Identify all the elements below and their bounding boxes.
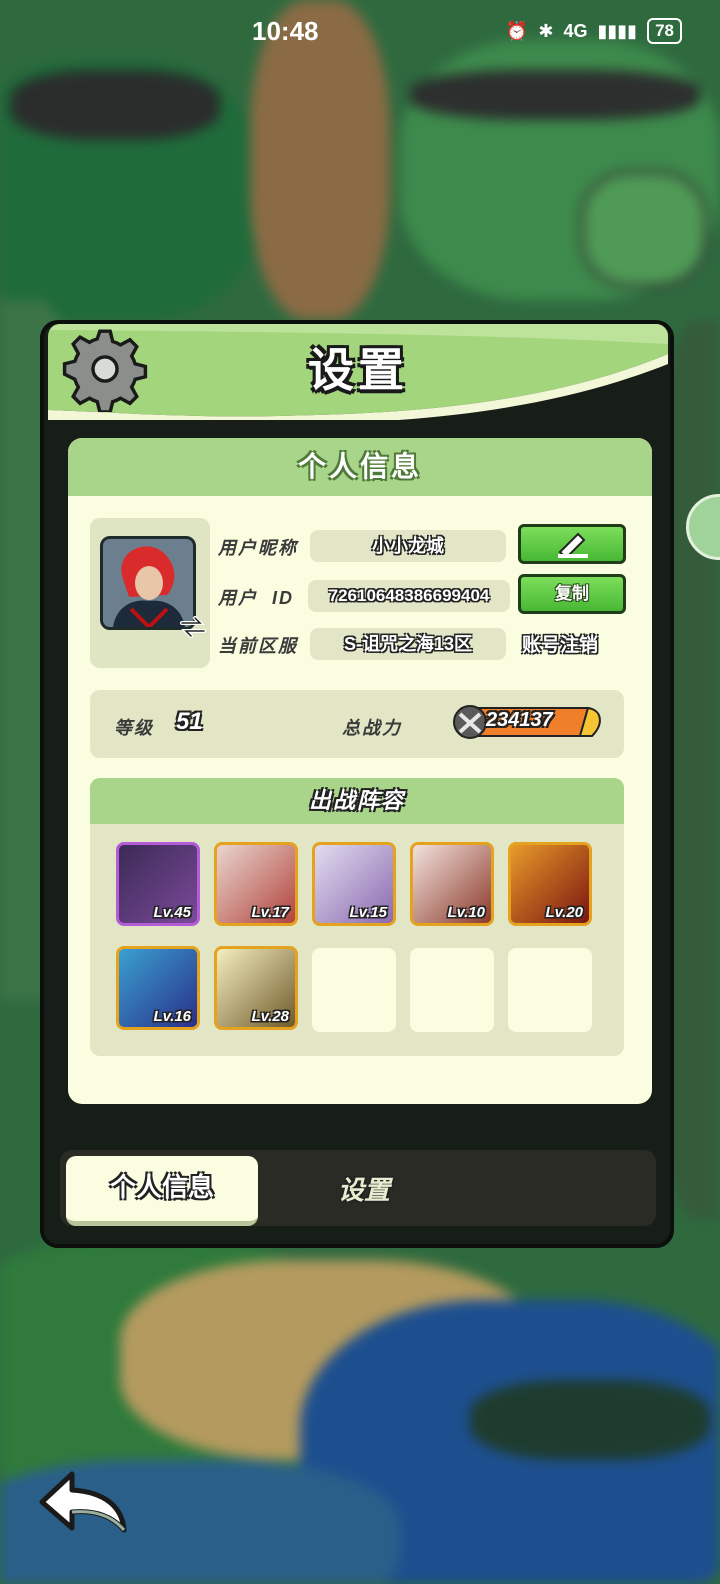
- back-arrow-icon[interactable]: [38, 1468, 130, 1534]
- copy-id-button[interactable]: 复制: [518, 574, 626, 614]
- power-value: 234137: [486, 709, 553, 731]
- alarm-icon: ⏰: [505, 20, 529, 41]
- network-label: 4G: [563, 20, 588, 41]
- level-label: 等级: [114, 718, 154, 738]
- tab-profile[interactable]: 个人信息: [66, 1156, 258, 1226]
- status-icons: ⏰ ✱ 4G ▮▮▮▮ 78: [506, 18, 682, 44]
- stats-bar: 等级 51 总战力 234137: [90, 690, 624, 758]
- pencil-icon: [558, 532, 588, 560]
- section-title: 个人信息: [68, 438, 652, 496]
- user-id-label: 用户 ID: [218, 588, 295, 608]
- server-field: S-诅咒之海13区: [310, 628, 506, 660]
- hero-level: Lv.10: [447, 904, 485, 921]
- hero-level: Lv.16: [153, 1008, 191, 1025]
- bluetooth-icon: ✱: [538, 20, 554, 41]
- hero-level: Lv.20: [545, 904, 583, 921]
- hero-slot[interactable]: Lv.15: [312, 842, 396, 926]
- empty-hero-slot[interactable]: [410, 948, 494, 1032]
- status-time: 10:48: [252, 16, 319, 46]
- status-bar: 10:48 ⏰ ✱ 4G ▮▮▮▮ 78: [0, 0, 720, 64]
- avatar-box[interactable]: [90, 518, 210, 668]
- hero-slot[interactable]: Lv.17: [214, 842, 298, 926]
- level-value: 51: [176, 708, 203, 735]
- nickname-field: 小小龙城: [310, 530, 506, 562]
- nickname-label: 用户昵称: [218, 538, 298, 558]
- hero-slot[interactable]: Lv.16: [116, 946, 200, 1030]
- tab-bar: 个人信息 设置: [60, 1150, 656, 1226]
- hero-level: Lv.45: [153, 904, 191, 921]
- settings-dialog: 设置 个人信息 用户昵称 小小龙城 用户 ID 7261064838669940…: [40, 320, 674, 1248]
- edit-nickname-button[interactable]: [518, 524, 626, 564]
- hero-level: Lv.15: [349, 904, 387, 921]
- hero-level: Lv.17: [251, 904, 289, 921]
- swap-avatar-icon[interactable]: [180, 616, 206, 638]
- hero-slot[interactable]: Lv.20: [508, 842, 592, 926]
- cancel-account-link[interactable]: 账号注销: [522, 630, 598, 657]
- hero-level: Lv.28: [251, 1008, 289, 1025]
- hero-slot[interactable]: Lv.28: [214, 946, 298, 1030]
- profile-panel: 个人信息 用户昵称 小小龙城 用户 ID 72610648386699404 复…: [68, 438, 652, 1104]
- hero-slot[interactable]: Lv.45: [116, 842, 200, 926]
- user-id-field: 72610648386699404: [308, 580, 510, 612]
- avatar-portrait: [103, 539, 193, 627]
- hero-slot[interactable]: Lv.10: [410, 842, 494, 926]
- lineup-title: 出战阵容: [90, 778, 624, 824]
- lineup-section: 出战阵容 Lv.45 Lv.17 Lv.15 Lv.10 Lv.20 Lv.16…: [90, 778, 624, 1056]
- empty-hero-slot[interactable]: [508, 948, 592, 1032]
- gear-icon: [62, 329, 148, 412]
- battery-indicator: 78: [647, 18, 682, 44]
- tab-settings[interactable]: 设置: [338, 1170, 390, 1207]
- power-label: 总战力: [342, 718, 402, 738]
- signal-icon: ▮▮▮▮: [597, 20, 638, 41]
- server-label: 当前区服: [218, 636, 298, 656]
- empty-hero-slot[interactable]: [312, 948, 396, 1032]
